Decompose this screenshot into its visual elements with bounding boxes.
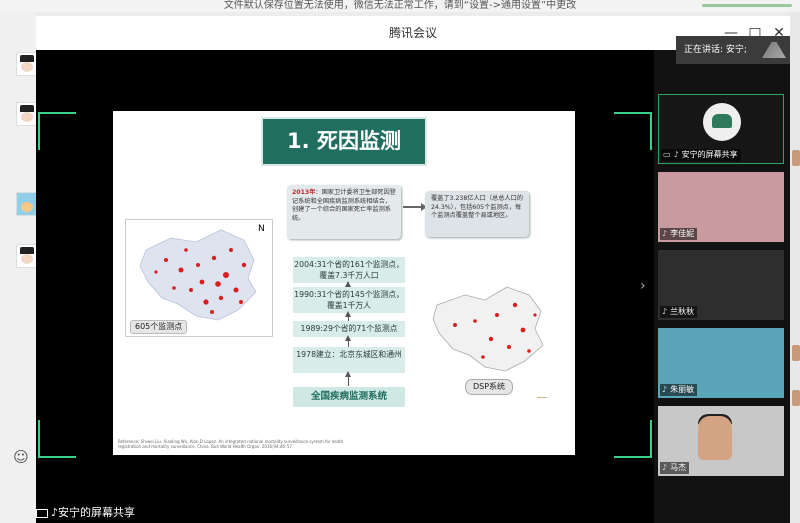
- chevron-right-icon[interactable]: ›: [640, 278, 646, 294]
- box-2013-year: 2013年: [292, 189, 316, 196]
- mic-icon: ♪: [673, 150, 679, 159]
- dsp-map-graphic: [432, 286, 544, 372]
- speaking-indicator: 正在讲话: 安宁;: [676, 36, 790, 64]
- participant-name: ♪ 李佳妮: [660, 228, 698, 240]
- timeline-1990: 1990:31个省的145个监测点，覆盖1千万人: [293, 287, 405, 313]
- box-2013: 2013年：国家卫计委将卫生部死因登记系统和全国疾病监测系统相结合，创建了一个综…: [287, 185, 401, 239]
- progress-indicator: [702, 4, 792, 7]
- participant-label: 兰秋秋: [670, 307, 695, 316]
- participant-tile[interactable]: ♪ 马杰: [658, 406, 784, 476]
- chat-background: ☺: [0, 12, 38, 523]
- participant-name: ♪ 马杰: [660, 462, 690, 474]
- divider: [537, 397, 547, 398]
- focus-corner: [614, 420, 652, 458]
- arrow-up-icon: [344, 371, 351, 386]
- focus-corner: [38, 112, 76, 150]
- participant-name: ♪ 朱丽敏: [660, 384, 698, 396]
- participant-tile[interactable]: ♪ 兰秋秋: [658, 250, 784, 320]
- focus-corner: [614, 112, 652, 150]
- screen-share-icon: [36, 508, 48, 518]
- avatar: [703, 103, 741, 141]
- chat-avatar[interactable]: [16, 102, 38, 126]
- chat-avatar[interactable]: [16, 52, 38, 76]
- bottom-share-label: ♪安宁的屏幕共享: [36, 505, 135, 521]
- arrow-up-icon: [344, 335, 351, 347]
- notice-text: 文件默认保存位置无法使用，微信无法正常工作，请到“设置->通用设置”中更改: [223, 0, 577, 11]
- dsp-label: DSP系统: [465, 379, 513, 395]
- mic-icon: ♪: [662, 385, 668, 394]
- presentation-slide: 1. 死因监测 N 605个监测点 2013年：国家卫计委将卫生部死因登记系统和…: [113, 111, 575, 455]
- strip-avatar: [792, 150, 800, 166]
- timeline-1978: 1978建立：北京东城区和通州: [293, 347, 405, 373]
- north-arrow-icon: N: [258, 224, 265, 234]
- participant-tile[interactable]: ▭ ♪ 安宁的屏幕共享: [658, 94, 784, 164]
- emoji-icon[interactable]: ☺: [12, 448, 30, 466]
- slide-title: 1. 死因监测: [261, 117, 427, 166]
- box-coverage: 覆盖了3.238亿人口（总总人口的24.3%），包括605个监测点，每个监测点覆…: [425, 191, 529, 237]
- participant-label: 李佳妮: [670, 229, 695, 238]
- speaking-label: 正在讲话: 安宁;: [684, 45, 747, 55]
- screen-share-view[interactable]: › 1. 死因监测 N 605个监测点 2013年：国家卫计委将卫生部死因登记系…: [36, 50, 654, 523]
- speaker-wave-icon: [762, 42, 786, 58]
- participant-name: ♪ 兰秋秋: [660, 306, 698, 318]
- china-map-605: N 605个监测点: [125, 219, 273, 337]
- mic-icon: ♪: [662, 463, 668, 472]
- china-map-dsp: [425, 275, 549, 391]
- mic-icon: ♪: [662, 307, 668, 316]
- participant-label: 安宁的屏幕共享: [681, 150, 738, 159]
- box-coverage-text: 覆盖了3.238亿人口（总总人口的24.3%），包括605个监测点，每个监测点覆…: [431, 195, 523, 219]
- screen-share-icon: ▭: [663, 150, 671, 159]
- map-label-605: 605个监测点: [130, 320, 188, 334]
- strip-avatar: [792, 390, 800, 406]
- mic-icon: ♪: [662, 229, 668, 238]
- focus-corner: [38, 420, 76, 458]
- participant-label: 马杰: [670, 463, 687, 472]
- participant-label: 朱丽敏: [670, 385, 695, 394]
- notice-bar: 文件默认保存位置无法使用，微信无法正常工作，请到“设置->通用设置”中更改: [0, 0, 800, 12]
- participant-tile[interactable]: ♪ 朱丽敏: [658, 328, 784, 398]
- share-label-text: 安宁的屏幕共享: [58, 506, 136, 519]
- timeline-2004: 2004:31个省的161个监测点，覆盖7.3千万人口: [293, 257, 405, 283]
- right-background-strip: [790, 12, 800, 523]
- participant-name: ▭ ♪ 安宁的屏幕共享: [661, 149, 741, 161]
- mic-icon: ♪: [51, 506, 59, 519]
- arrow-right-icon: [403, 203, 427, 211]
- chat-avatar[interactable]: [16, 192, 38, 216]
- chat-avatar[interactable]: [16, 244, 38, 268]
- participant-tile[interactable]: ♪ 李佳妮: [658, 172, 784, 242]
- participant-video: [698, 416, 732, 460]
- slide-reference: Reference: Shiwei Liu, Xiaoling Wu, Alan…: [118, 439, 344, 449]
- china-map-graphic: [139, 229, 257, 321]
- timeline-base: 全国疾病监测系统: [293, 387, 405, 407]
- strip-avatar: [792, 345, 800, 361]
